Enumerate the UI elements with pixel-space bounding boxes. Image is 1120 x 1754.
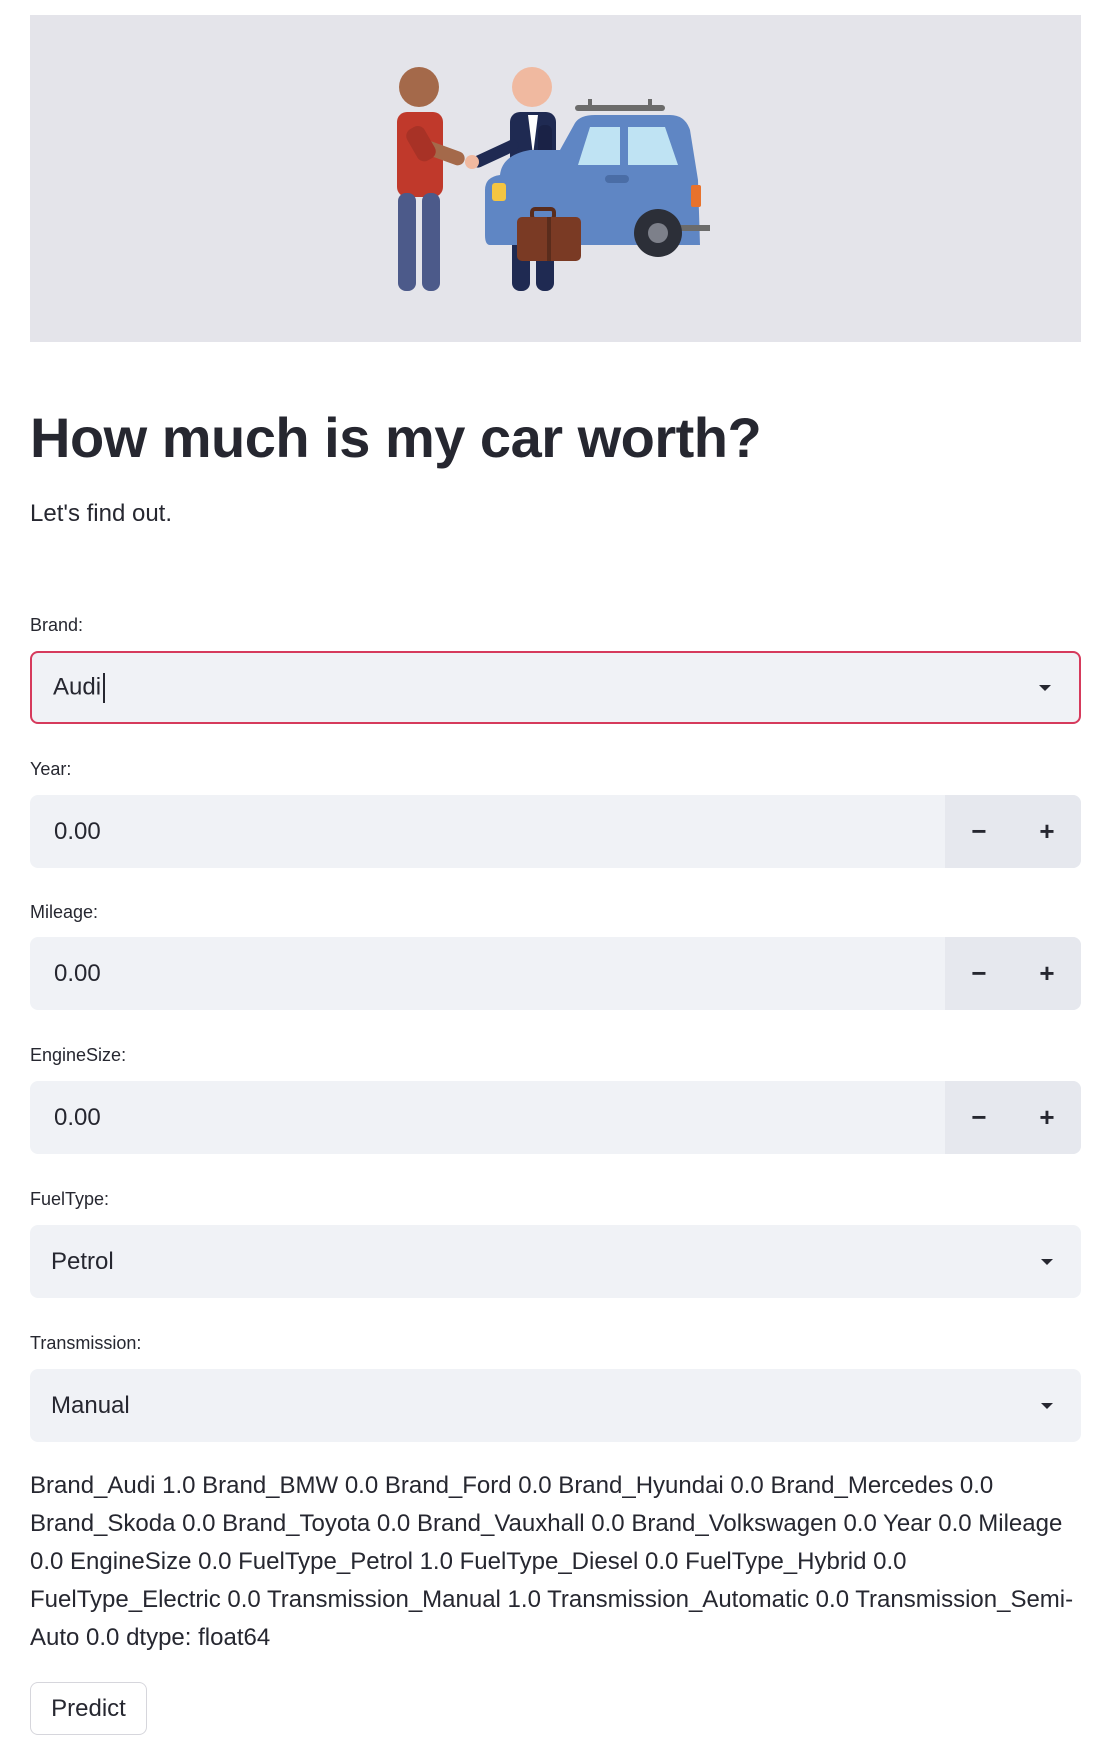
chevron-down-icon xyxy=(1041,1402,1053,1409)
fuel-type-select-value: Petrol xyxy=(51,1247,114,1275)
car-sale-illustration xyxy=(397,67,710,291)
series-output-text: Brand_Audi 1.0 Brand_BMW 0.0 Brand_Ford … xyxy=(30,1472,1074,1651)
predict-button[interactable]: Predict xyxy=(30,1682,147,1735)
mileage-input[interactable]: 0.00 xyxy=(54,960,101,988)
buyer-figure xyxy=(397,67,465,291)
year-label: Year: xyxy=(30,759,72,779)
brand-label: Brand: xyxy=(30,615,84,635)
year-increment-button[interactable]: + xyxy=(1013,795,1081,868)
mileage-increment-button[interactable]: + xyxy=(1013,937,1081,1010)
engine-size-increment-button[interactable]: + xyxy=(1013,1081,1081,1154)
year-field: 0.00 − + xyxy=(30,795,1081,868)
hero-image xyxy=(30,15,1081,342)
engine-size-field: 0.00 − + xyxy=(30,1081,1081,1154)
year-input[interactable]: 0.00 xyxy=(54,818,101,846)
brand-select-value: Audi xyxy=(53,672,106,703)
text-cursor xyxy=(103,672,106,703)
chevron-down-icon xyxy=(1041,1258,1053,1265)
year-decrement-button[interactable]: − xyxy=(945,795,1013,868)
engine-size-label: EngineSize: xyxy=(30,1045,127,1065)
mileage-decrement-button[interactable]: − xyxy=(945,937,1013,1010)
year-stepper: − + xyxy=(945,795,1081,868)
engine-size-stepper: − + xyxy=(945,1081,1081,1154)
transmission-select-value: Manual xyxy=(51,1391,130,1419)
fuel-type-select[interactable]: Petrol xyxy=(30,1225,1081,1298)
transmission-label: Transmission: xyxy=(30,1333,142,1353)
mileage-stepper: − + xyxy=(945,937,1081,1010)
mileage-field: 0.00 − + xyxy=(30,937,1081,1010)
chevron-down-icon xyxy=(1039,684,1051,691)
mileage-label: Mileage: xyxy=(30,902,99,922)
fuel-type-label: FuelType: xyxy=(30,1189,110,1209)
brand-select[interactable]: Audi xyxy=(30,651,1081,724)
page-subtitle: Let's find out. xyxy=(30,500,173,527)
engine-size-decrement-button[interactable]: − xyxy=(945,1081,1013,1154)
page-title: How much is my car worth? xyxy=(30,406,762,469)
transmission-select[interactable]: Manual xyxy=(30,1369,1081,1442)
engine-size-input[interactable]: 0.00 xyxy=(54,1104,101,1132)
